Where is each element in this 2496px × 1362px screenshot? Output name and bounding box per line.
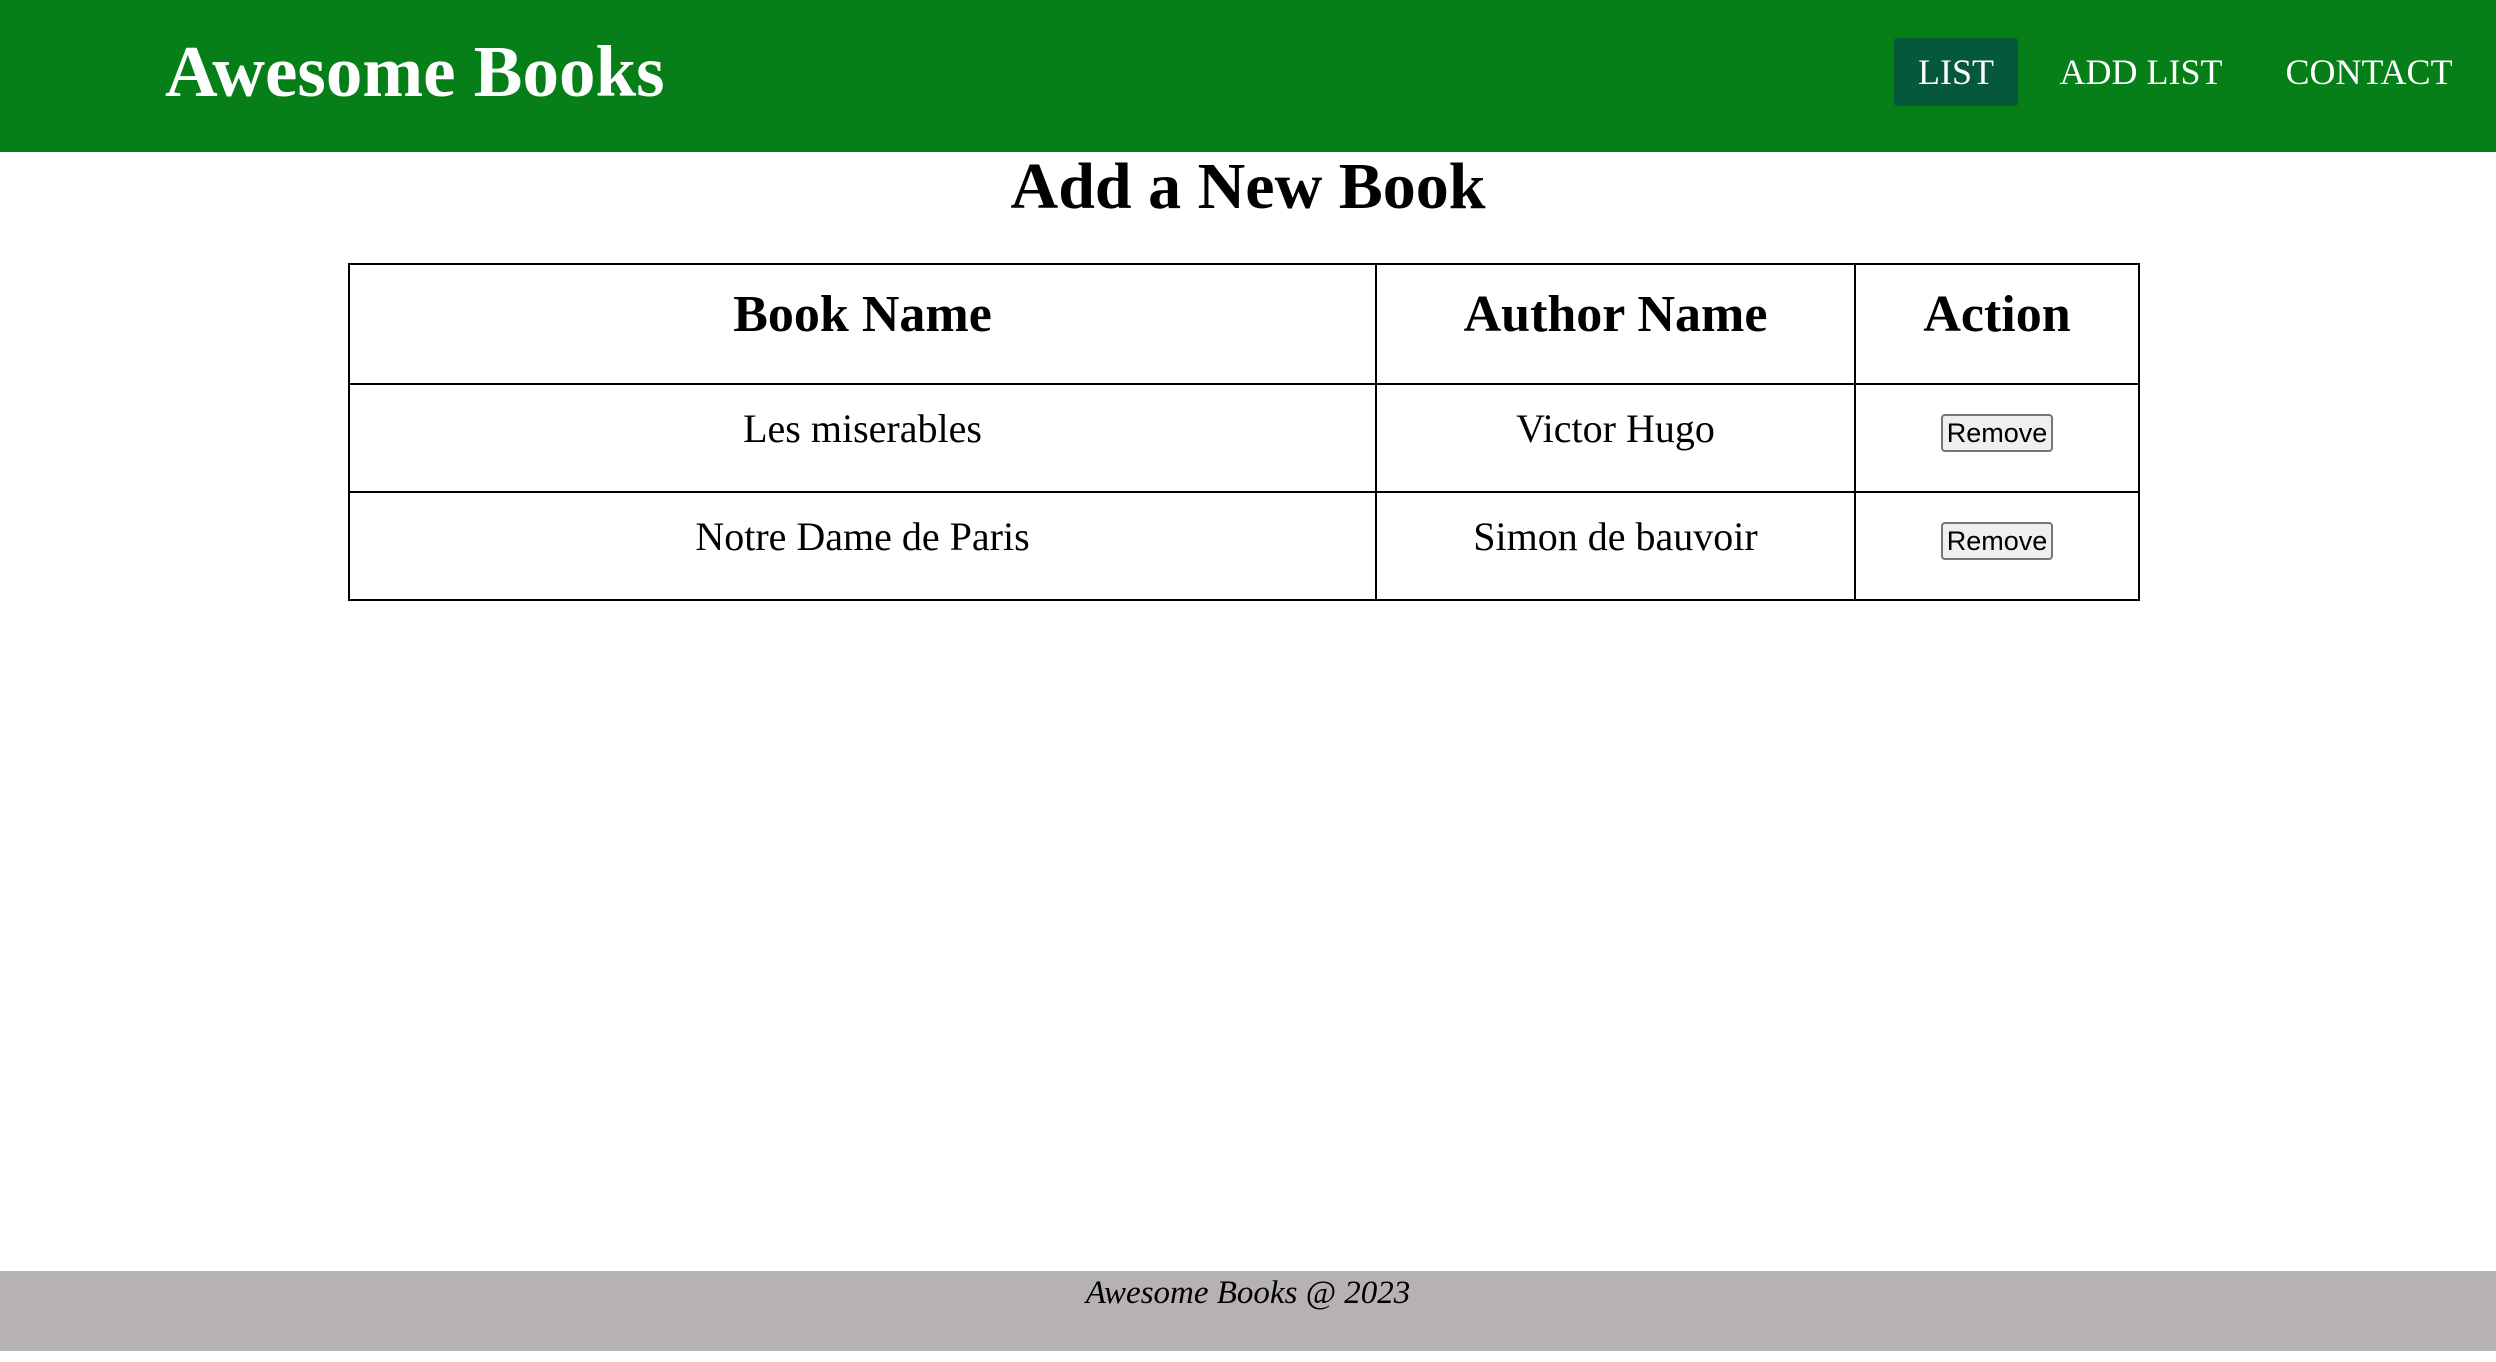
author-name-cell: Simon de bauvoir: [1375, 491, 1856, 601]
table-row: Notre Dame de Paris Simon de bauvoir Rem…: [348, 491, 2140, 601]
author-name-cell: Victor Hugo: [1375, 383, 1856, 493]
nav-contact[interactable]: CONTACT: [2274, 38, 2464, 106]
nav-list[interactable]: LIST: [1894, 38, 2018, 106]
footer-bar: Awesome Books @ 2023: [0, 1271, 2496, 1351]
book-name-cell: Les miserables: [348, 383, 1377, 493]
header-action: Action: [1854, 263, 2140, 385]
main-nav: LIST ADD LIST CONTACT: [0, 38, 2496, 106]
book-name-cell: Notre Dame de Paris: [348, 491, 1377, 601]
remove-button[interactable]: Remove: [1940, 414, 2054, 452]
header-author-name: Author Name: [1375, 263, 1856, 385]
table-header-row: Book Name Author Name Action: [348, 263, 2140, 385]
page-title: Add a New Book: [1010, 150, 1486, 223]
action-cell: Remove: [1854, 383, 2140, 493]
header-bar: Awesome Books LIST ADD LIST CONTACT: [0, 0, 2496, 152]
nav-add-list[interactable]: ADD LIST: [2046, 38, 2236, 106]
header-book-name: Book Name: [348, 263, 1377, 385]
books-table: Book Name Author Name Action Les miserab…: [348, 263, 2140, 601]
remove-button[interactable]: Remove: [1940, 522, 2054, 560]
table-row: Les miserables Victor Hugo Remove: [348, 383, 2140, 493]
footer-copyright: Awesome Books @ 2023: [1085, 1275, 1411, 1311]
action-cell: Remove: [1854, 491, 2140, 601]
